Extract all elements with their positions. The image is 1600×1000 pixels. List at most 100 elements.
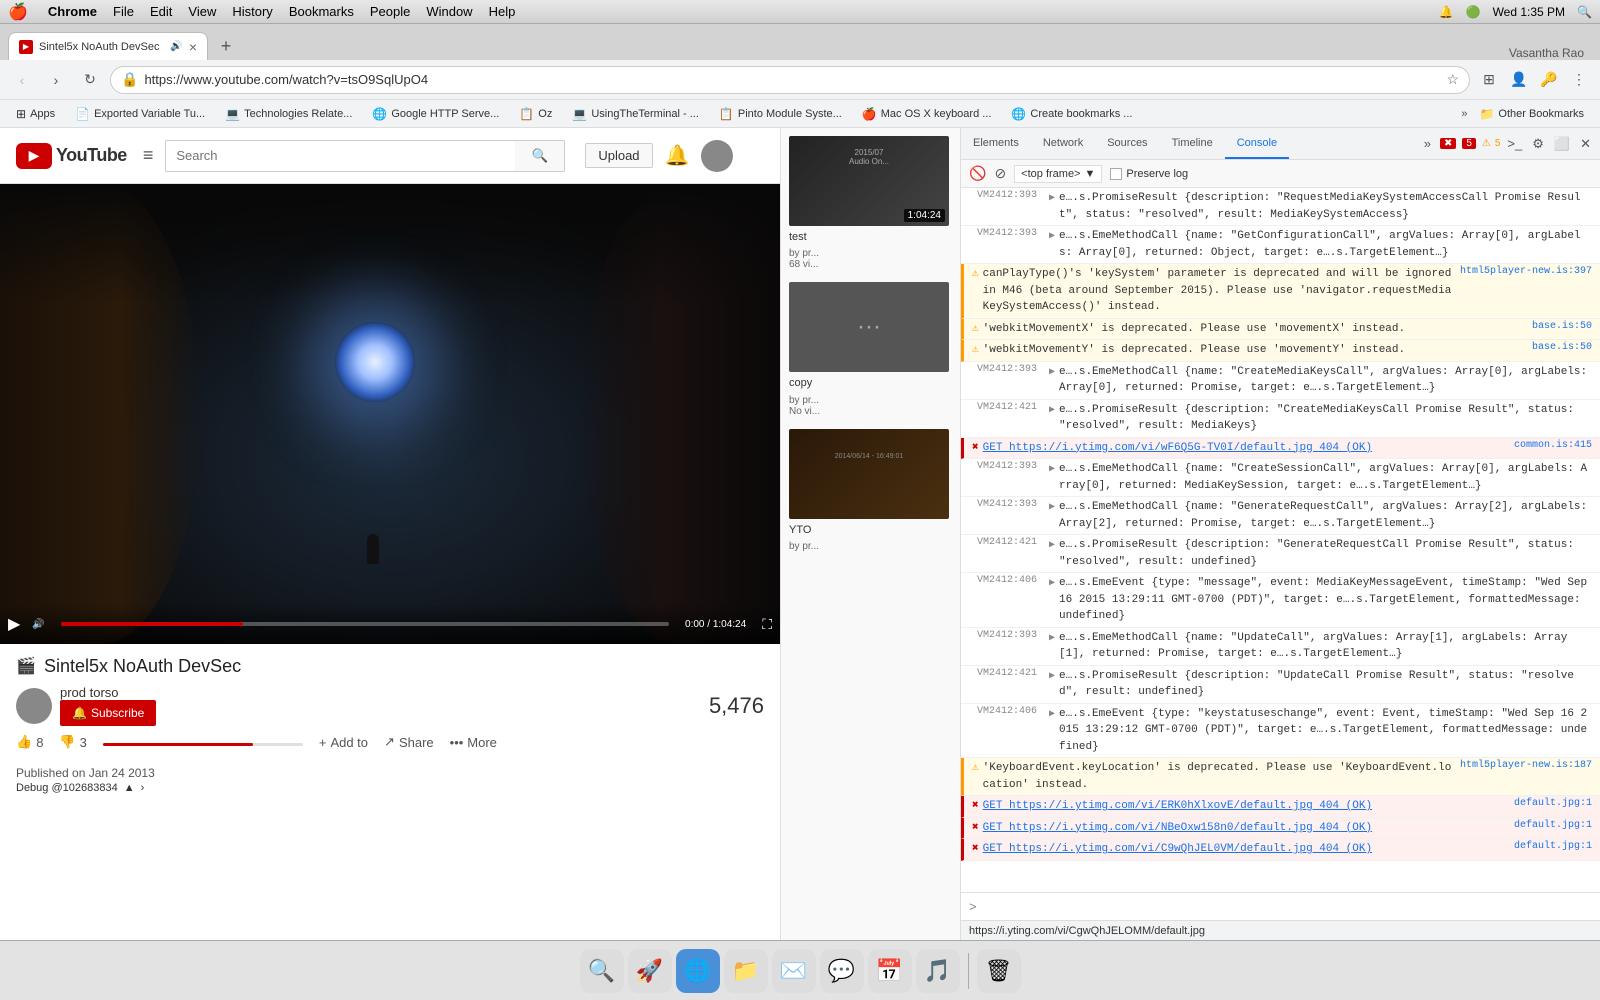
dock-launchpad[interactable]: 🚀 <box>628 949 672 993</box>
expand-arrow-10[interactable]: ▶ <box>1049 539 1055 551</box>
expand-arrow-8[interactable]: ▶ <box>1049 463 1055 475</box>
console-input-field[interactable] <box>983 900 1592 914</box>
expand-arrow-1[interactable]: ▶ <box>1049 230 1055 242</box>
dock-messages[interactable]: 💬 <box>820 949 864 993</box>
user-account[interactable]: Vasantha Rao <box>1509 46 1592 60</box>
subscribe-button[interactable]: 🔔 Subscribe <box>60 700 156 726</box>
dock-trash[interactable]: 🗑 <box>977 949 1021 993</box>
menu-view[interactable]: View <box>188 4 216 19</box>
channel-avatar[interactable] <box>16 688 52 724</box>
dock-finder[interactable]: 🔍 <box>580 949 624 993</box>
expand-arrow-12[interactable]: ▶ <box>1049 632 1055 644</box>
log-link-16[interactable]: GET https://i.ytimg.com/vi/ERK0hXlxovE/d… <box>983 800 1372 812</box>
sidebar-video-2[interactable]: ··· copy by pr... No vi... <box>789 282 952 416</box>
user-avatar[interactable] <box>701 140 733 172</box>
preserve-log-checkbox[interactable]: Preserve log <box>1110 168 1188 180</box>
notification-bell[interactable]: 🔔 <box>665 143 690 168</box>
menu-help[interactable]: Help <box>489 4 516 19</box>
tab-console[interactable]: Console <box>1225 128 1289 159</box>
log-source-18[interactable]: default.jpg:1 <box>1514 841 1592 852</box>
more-tools-button[interactable]: ⋮ <box>1566 67 1592 93</box>
menu-file[interactable]: File <box>113 4 134 19</box>
sidebar-video-1[interactable]: 2015/07Audio On... 1:04:24 test by pr...… <box>789 136 952 270</box>
expand-arrow-13[interactable]: ▶ <box>1049 670 1055 682</box>
log-source-3[interactable]: base.is:50 <box>1532 321 1592 332</box>
log-source-7[interactable]: common.is:415 <box>1514 440 1592 451</box>
more-button[interactable]: ••• More <box>450 735 497 750</box>
menu-edit[interactable]: Edit <box>150 4 172 19</box>
like-button[interactable]: 👍 8 <box>16 734 43 750</box>
bookmark-create[interactable]: 🌐 Create bookmarks ... <box>1003 105 1140 123</box>
dock-calendar[interactable]: 📅 <box>868 949 912 993</box>
log-source-17[interactable]: default.jpg:1 <box>1514 820 1592 831</box>
dt-dock-icon[interactable]: ⬜ <box>1551 133 1573 155</box>
progress-bar[interactable] <box>61 622 669 626</box>
expand-arrow-5[interactable]: ▶ <box>1049 366 1055 378</box>
log-link-17[interactable]: GET https://i.ytimg.com/vi/NBeOxw158n0/d… <box>983 822 1372 834</box>
youtube-logo[interactable]: YouTube <box>16 143 127 169</box>
bookmark-google-http[interactable]: 🌐 Google HTTP Serve... <box>364 105 507 123</box>
active-tab[interactable]: ▶ Sintel5x NoAuth DevSec 🔊 × <box>8 32 208 60</box>
youtube-search-input[interactable] <box>165 140 515 172</box>
tab-close-button[interactable]: × <box>189 39 197 55</box>
log-source-2[interactable]: html5player-new.is:397 <box>1460 266 1592 277</box>
bookmark-pinto[interactable]: 📋 Pinto Module Syste... <box>711 105 850 123</box>
bookmark-macosx[interactable]: 🍎 Mac OS X keyboard ... <box>854 105 1000 123</box>
youtube-menu-button[interactable]: ≡ <box>143 145 154 166</box>
add-to-button[interactable]: + Add to <box>319 735 368 750</box>
console-clear-button[interactable]: 🚫 <box>969 165 986 182</box>
share-button[interactable]: ↗ Share <box>384 734 434 750</box>
preserve-log-check[interactable] <box>1110 168 1122 180</box>
debug-expand-icon[interactable]: ▲ <box>124 782 135 794</box>
menu-people[interactable]: People <box>370 4 410 19</box>
lastpass-icon[interactable]: 🟢 <box>1466 5 1481 19</box>
channel-name[interactable]: prod torso <box>60 685 156 700</box>
tab-sources[interactable]: Sources <box>1095 128 1159 159</box>
notification-icon[interactable]: 🔔 <box>1439 5 1454 19</box>
star-icon[interactable]: ☆ <box>1446 71 1459 88</box>
sidebar-video-3[interactable]: 2014/06/14 - 16:49:01 YTO by pr... <box>789 429 952 552</box>
debug-arrow-icon[interactable]: › <box>141 782 145 794</box>
dock-mail[interactable]: ✉️ <box>772 949 816 993</box>
log-source-15[interactable]: html5player-new.is:187 <box>1460 760 1592 771</box>
bookmark-technologies[interactable]: 💻 Technologies Relate... <box>217 105 360 123</box>
lastpass-toolbar-icon[interactable]: 🔑 <box>1536 67 1562 93</box>
search-icon[interactable]: 🔍 <box>1577 5 1592 19</box>
back-button[interactable]: ‹ <box>8 66 36 94</box>
bookmark-terminal[interactable]: 💻 UsingTheTerminal - ... <box>564 105 707 123</box>
tab-elements[interactable]: Elements <box>961 128 1031 159</box>
extensions-icon[interactable]: ⊞ <box>1476 67 1502 93</box>
more-bookmarks-button[interactable]: » <box>1461 108 1467 120</box>
expand-arrow-11[interactable]: ▶ <box>1049 577 1055 589</box>
dt-close-icon[interactable]: ✕ <box>1577 133 1594 155</box>
menu-chrome[interactable]: Chrome <box>48 4 97 19</box>
tab-timeline[interactable]: Timeline <box>1160 128 1225 159</box>
expand-arrow-6[interactable]: ▶ <box>1049 404 1055 416</box>
tab-network[interactable]: Network <box>1031 128 1095 159</box>
dt-settings-icon[interactable]: ⚙ <box>1529 133 1547 155</box>
forward-button[interactable]: › <box>42 66 70 94</box>
bookmark-apps[interactable]: ⊞ Apps <box>8 105 63 123</box>
menu-bookmarks[interactable]: Bookmarks <box>289 4 354 19</box>
console-prompt-icon[interactable]: >_ <box>1504 133 1525 154</box>
log-source-16[interactable]: default.jpg:1 <box>1514 798 1592 809</box>
video-player[interactable]: ▶ 🔊 0:00 / 1:04:24 ⛶ <box>0 184 780 644</box>
menu-window[interactable]: Window <box>426 4 472 19</box>
expand-arrow-14[interactable]: ▶ <box>1049 708 1055 720</box>
apple-menu-icon[interactable]: 🍎 <box>8 2 28 22</box>
log-link-18[interactable]: GET https://i.ytimg.com/vi/C9wQhJEL0VM/d… <box>983 843 1372 855</box>
user-icon[interactable]: 👤 <box>1506 67 1532 93</box>
log-source-4[interactable]: base.is:50 <box>1532 342 1592 353</box>
expand-arrow-0[interactable]: ▶ <box>1049 192 1055 204</box>
address-bar[interactable]: 🔒 https://www.youtube.com/watch?v=tsO9Sq… <box>110 66 1470 94</box>
refresh-button[interactable]: ↻ <box>76 66 104 94</box>
volume-icon[interactable]: 🔊 <box>32 619 44 630</box>
dock-chrome[interactable]: 🌐 <box>676 949 720 993</box>
fullscreen-button[interactable]: ⛶ <box>762 616 772 633</box>
new-tab-button[interactable]: + <box>212 32 240 60</box>
youtube-search-button[interactable]: 🔍 <box>515 140 565 172</box>
bookmark-exported-variable[interactable]: 📄 Exported Variable Tu... <box>67 105 213 123</box>
dislike-button[interactable]: 👎 3 <box>59 734 86 750</box>
log-link-7[interactable]: GET https://i.ytimg.com/vi/wF6Q5G-TV0I/d… <box>983 442 1372 454</box>
dock-files[interactable]: 📁 <box>724 949 768 993</box>
